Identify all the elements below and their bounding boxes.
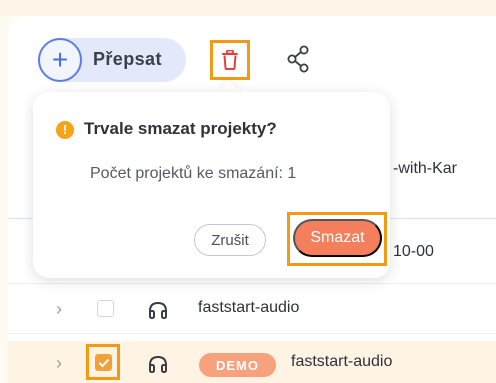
- chevron-right-icon[interactable]: ›: [56, 354, 68, 372]
- project-name-partial: -with-Kar: [393, 160, 458, 177]
- plus-circle-icon: +: [38, 38, 82, 82]
- checkmark-icon: [98, 358, 109, 367]
- rewrite-button[interactable]: + Přepsat: [38, 38, 186, 82]
- cancel-button[interactable]: Zrušit: [194, 224, 266, 256]
- demo-badge: DEMO: [199, 353, 276, 377]
- project-name[interactable]: faststart-audio: [291, 353, 392, 371]
- warning-icon: !: [56, 121, 74, 139]
- delete-button[interactable]: [210, 40, 250, 80]
- chevron-right-icon[interactable]: ›: [56, 300, 68, 318]
- row-divider: [8, 333, 496, 334]
- project-name-partial: 10-00: [393, 243, 434, 260]
- confirm-delete-button[interactable]: Smazat: [293, 219, 382, 257]
- row-checkbox-checked[interactable]: [95, 354, 112, 371]
- trash-icon: [222, 50, 238, 70]
- row-divider: [8, 283, 496, 284]
- row-checkbox[interactable]: [97, 300, 114, 317]
- headphones-icon: [149, 301, 167, 319]
- popover-title: Trvale smazat projekty?: [84, 119, 277, 138]
- delete-confirm-popover: ! Trvale smazat projekty? Počet projektů…: [33, 92, 390, 278]
- headphones-icon: [149, 355, 167, 373]
- project-name[interactable]: faststart-audio: [198, 299, 299, 317]
- top-strip: [0, 0, 496, 16]
- share-icon[interactable]: [285, 44, 311, 74]
- rewrite-label: Přepsat: [93, 49, 162, 69]
- popover-message: Počet projektů ke smazání: 1: [90, 165, 297, 182]
